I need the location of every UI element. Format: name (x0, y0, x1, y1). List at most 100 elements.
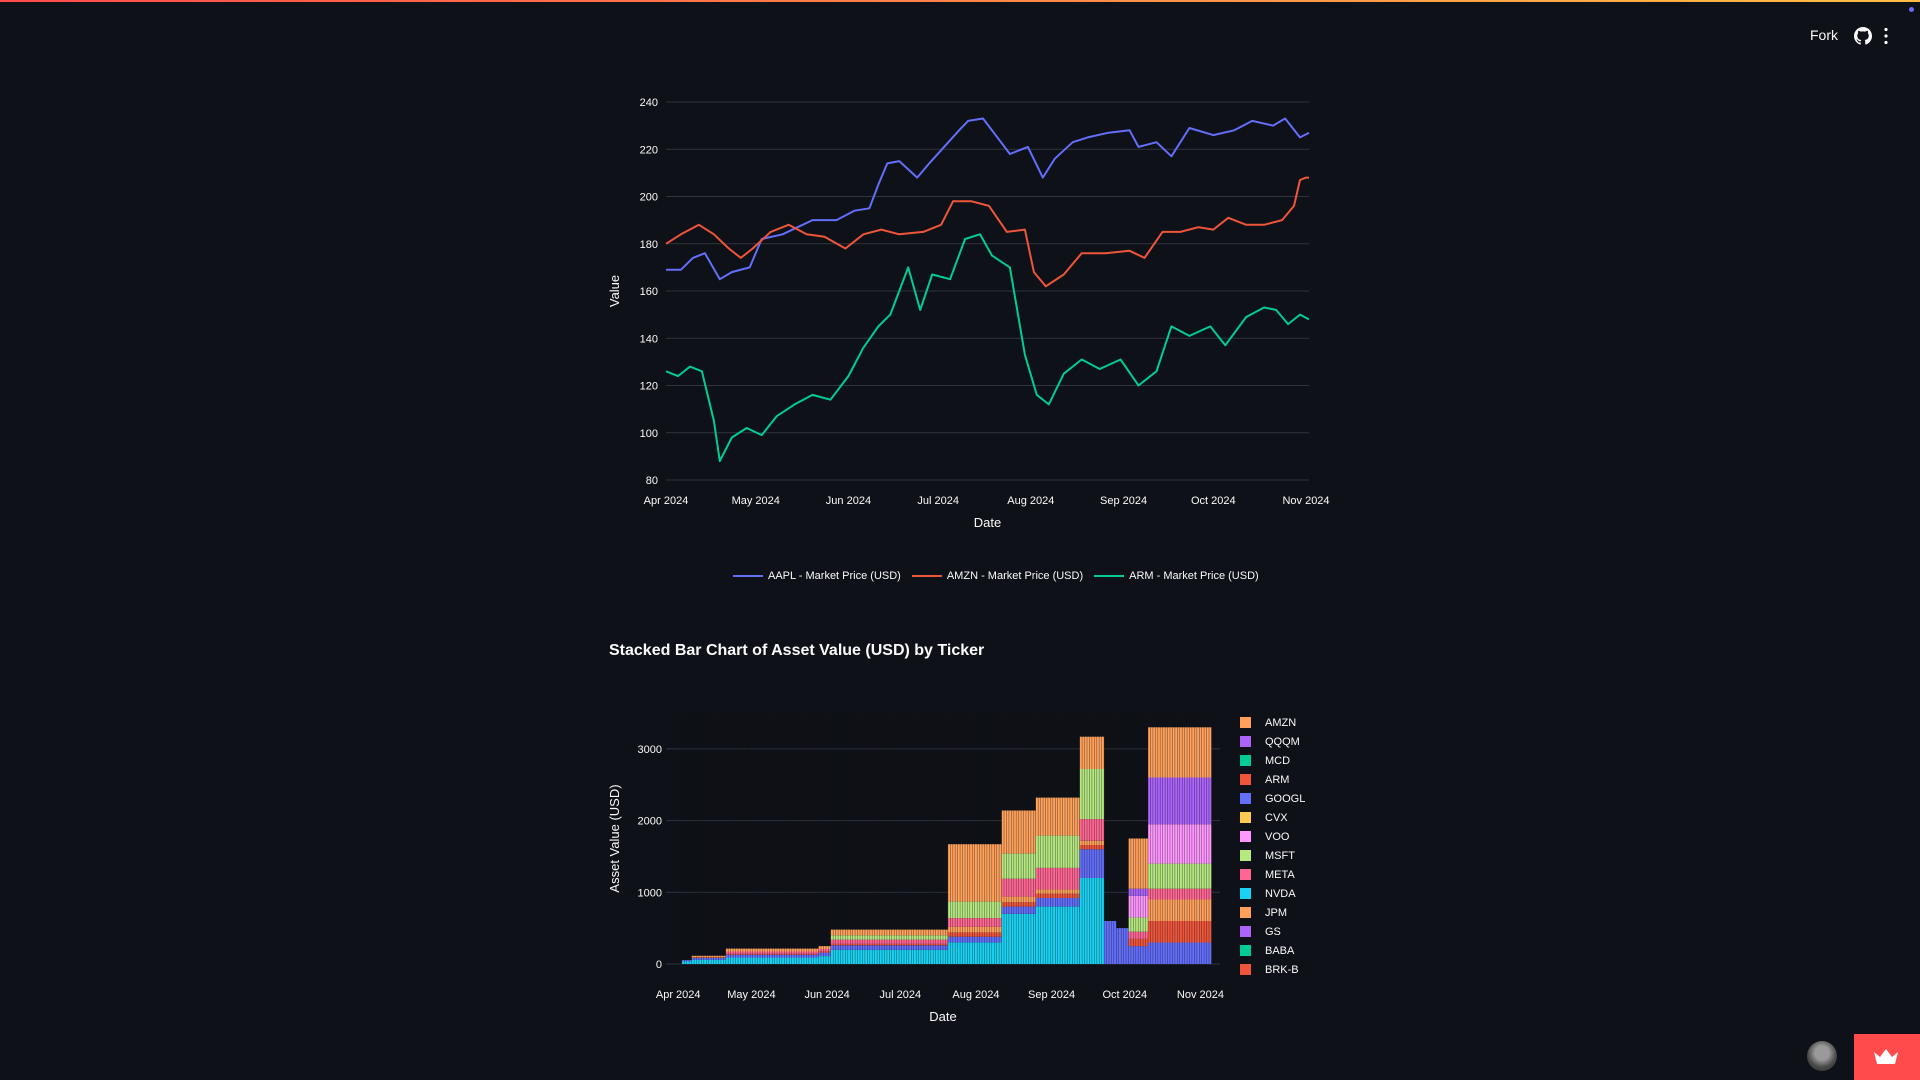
legend-label: MCD (1265, 754, 1291, 767)
chart1-y-tick-label: 240 (640, 97, 658, 109)
chart1-x-tick-label: May 2024 (732, 495, 780, 507)
legend-swatch (911, 575, 942, 577)
chart1-x-axis-title: Date (974, 515, 1001, 530)
chart1-y-tick-label: 120 (640, 381, 658, 393)
legend-swatch (1240, 888, 1251, 899)
bar-segment-googl (818, 952, 831, 957)
legend-label: CVX (1265, 811, 1288, 824)
line-chart-legend: AAPL - Market Price (USD) AMZN - Market P… (733, 568, 1259, 584)
chart1-x-tick-label: Apr 2024 (644, 495, 689, 507)
chart2-x-tick-label: Aug 2024 (952, 989, 999, 1001)
legend-label: MSFT (1265, 849, 1295, 862)
legend-item-baba[interactable]: BABA (1240, 941, 1310, 960)
legend-item-aapl[interactable]: AAPL - Market Price (USD) (733, 570, 901, 582)
legend-item-meta[interactable]: META (1240, 865, 1310, 884)
chart1-x-tick-label: Nov 2024 (1282, 495, 1329, 507)
legend-item-brk-b[interactable]: BRK-B (1240, 960, 1310, 979)
chart2-x-tick-label: Sep 2024 (1028, 989, 1075, 1001)
chart2-x-axis-title: Date (929, 1009, 956, 1024)
series-line-amzn (665, 176, 1309, 288)
legend-swatch (1240, 869, 1251, 880)
chart1-y-tick-label: 80 (646, 475, 658, 487)
chart1-y-tick-label: 220 (640, 144, 658, 156)
legend-label: ARM (1265, 773, 1290, 786)
chart1-y-tick-label: 100 (640, 428, 658, 440)
legend-swatch (1240, 850, 1251, 861)
deploy-badge[interactable] (1854, 1034, 1920, 1080)
chart2-x-tick-label: Oct 2024 (1102, 989, 1147, 1001)
chart1-x-tick-label: Jul 2024 (917, 495, 959, 507)
legend-swatch (733, 575, 763, 577)
chart1-x-tick-label: Sep 2024 (1100, 495, 1147, 507)
charts-canvas: 80 100 120 140 160 180 200 220 240 Apr 2024 May 20… (607, 97, 1330, 1024)
legend-item-nvda[interactable]: NVDA (1240, 884, 1310, 903)
chart2-x-tick-label: May 2024 (727, 989, 775, 1001)
legend-swatch (1240, 736, 1251, 747)
chart2-x-tick-label: Jun 2024 (804, 989, 849, 1001)
legend-label: META (1265, 868, 1295, 881)
chart1-y-axis-title: Value (607, 275, 622, 307)
legend-label: AMZN - Market Price (USD) (946, 570, 1084, 582)
series-line-arm (665, 233, 1310, 463)
chart1-y-tick-label: 200 (640, 192, 658, 204)
legend-item-googl[interactable]: GOOGL (1240, 789, 1310, 808)
chart1-y-tick-label: 180 (640, 239, 658, 251)
chart2-x-tick-label: Nov 2024 (1177, 989, 1224, 1001)
legend-label: NVDA (1265, 887, 1296, 900)
legend-item-qqqm[interactable]: QQQM (1240, 732, 1310, 751)
legend-swatch (1240, 717, 1251, 728)
legend-label: JPM (1265, 906, 1287, 919)
legend-swatch (1240, 755, 1251, 766)
legend-label: AMZN (1265, 716, 1297, 729)
chart2-title: Stacked Bar Chart of Asset Value (USD) b… (609, 642, 985, 659)
legend-swatch (1240, 812, 1251, 823)
legend-item-arm[interactable]: ARM (1240, 770, 1310, 789)
legend-label: QQQM (1265, 735, 1300, 748)
legend-item-amzn[interactable]: AMZN - Market Price (USD) (911, 570, 1084, 582)
chart2-y-tick-label: 0 (656, 959, 662, 971)
legend-item-msft[interactable]: MSFT (1240, 846, 1310, 865)
chart1-x-tick-label: Jun 2024 (826, 495, 871, 507)
chart1-y-tick-label: 140 (640, 333, 658, 345)
chart1-x-tick-label: Aug 2024 (1007, 495, 1054, 507)
chart2-y-axis-title: Asset Value (USD) (607, 784, 622, 892)
legend-item-jpm[interactable]: JPM (1240, 903, 1310, 922)
legend-item-gs[interactable]: GS (1240, 922, 1310, 941)
series-line-aapl (666, 117, 1310, 281)
legend-swatch (1240, 831, 1251, 842)
bar-chart-legend: AMZN QQQM MCD ARM GOOGL CVX VOO MSFT META NVDA JPM… (1240, 713, 1310, 979)
legend-item-voo[interactable]: VOO (1240, 827, 1310, 846)
legend-item-cvx[interactable]: CVX (1240, 808, 1310, 827)
legend-label: BRK-B (1265, 963, 1299, 976)
legend-label: GS (1265, 925, 1281, 938)
legend-label: AAPL - Market Price (USD) (768, 570, 901, 582)
legend-swatch (1240, 793, 1251, 804)
bar-segment-meta (818, 948, 831, 952)
legend-label: BABA (1265, 944, 1295, 957)
bar-segment-googl (1116, 928, 1129, 964)
legend-swatch (1240, 945, 1251, 956)
bar-segment-amzn (818, 946, 831, 949)
legend-swatch (1094, 575, 1125, 577)
chart2-y-tick-label: 1000 (638, 887, 662, 899)
chart2-y-tick-label: 2000 (638, 816, 662, 828)
chart1-x-tick-label: Oct 2024 (1191, 495, 1236, 507)
chart2-bars (681, 727, 1212, 964)
bar-segment-googl (1104, 921, 1117, 964)
legend-swatch (1240, 926, 1251, 937)
legend-swatch (1240, 964, 1251, 975)
legend-swatch (1240, 774, 1251, 785)
chart2-x-tick-label: Apr 2024 (656, 989, 701, 1001)
crown-icon (1874, 1049, 1898, 1064)
legend-item-amzn[interactable]: AMZN (1240, 713, 1310, 732)
avatar[interactable] (1807, 1041, 1837, 1071)
legend-label: GOOGL (1265, 792, 1306, 805)
legend-label: VOO (1265, 830, 1290, 843)
bar-segment-brk-b (818, 951, 831, 953)
chart1-y-tick-label: 160 (640, 286, 658, 298)
legend-item-mcd[interactable]: MCD (1240, 751, 1310, 770)
chart2-y-tick-label: 3000 (638, 744, 662, 756)
legend-swatch (1240, 907, 1251, 918)
bar-segment-nvda (818, 956, 831, 964)
legend-item-arm[interactable]: ARM - Market Price (USD) (1094, 570, 1259, 582)
